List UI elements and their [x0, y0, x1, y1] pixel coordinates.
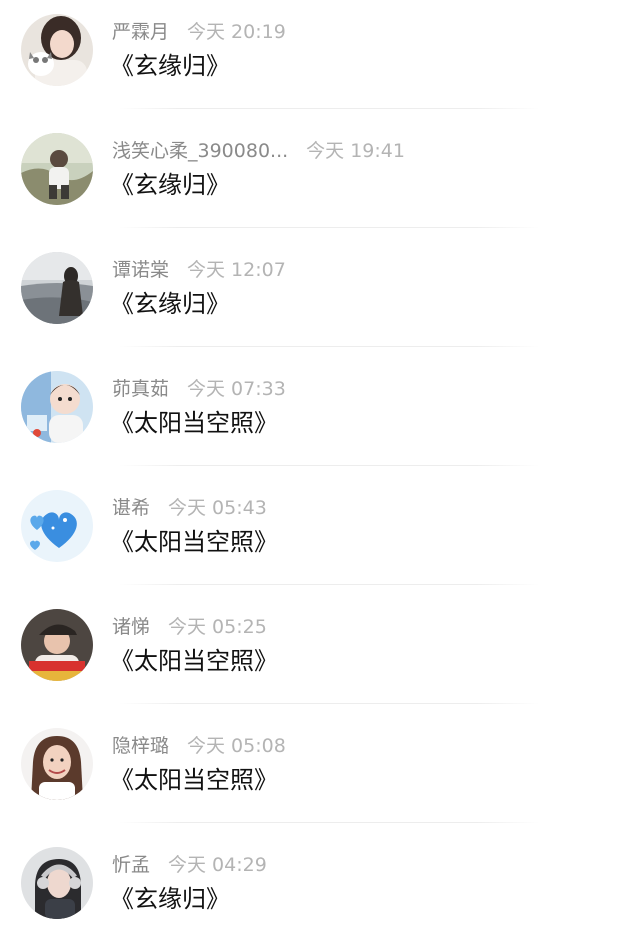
- list-item[interactable]: 谌希 今天 05:43 《太阳当空照》: [0, 476, 640, 595]
- avatar[interactable]: [21, 728, 93, 800]
- comment-time: 今天 05:25: [168, 616, 267, 638]
- avatar[interactable]: [21, 609, 93, 681]
- comment-text: 《玄缘归》: [110, 290, 230, 318]
- smiling-woman-avatar-icon: [21, 728, 93, 800]
- list-item[interactable]: 诸悌 今天 05:25 《太阳当空照》: [0, 595, 640, 714]
- avatar[interactable]: [21, 847, 93, 919]
- divider: [118, 227, 540, 228]
- comment-text: 《玄缘归》: [110, 52, 230, 80]
- user-name[interactable]: 诸悌: [112, 616, 150, 638]
- comment-meta: 茆真茹 今天 07:33: [112, 375, 286, 403]
- child-avatar-icon: [21, 371, 93, 443]
- comment-meta: 诸悌 今天 05:25: [112, 613, 267, 641]
- comment-meta: 严霖月 今天 20:19: [112, 18, 286, 46]
- list-item[interactable]: 茆真茹 今天 07:33 《太阳当空照》: [0, 357, 640, 476]
- comment-time: 今天 12:07: [187, 259, 286, 281]
- user-name[interactable]: 严霖月: [112, 21, 169, 43]
- comment-text: 《玄缘归》: [110, 171, 230, 199]
- comment-time: 今天 05:08: [187, 735, 286, 757]
- comment-meta: 浅笑心柔_390080... 今天 19:41: [112, 137, 405, 165]
- seaside-silhouette-avatar-icon: [21, 252, 93, 324]
- comment-meta: 谭诺棠 今天 12:07: [112, 256, 286, 284]
- comment-text: 《玄缘归》: [110, 885, 230, 913]
- avatar[interactable]: [21, 133, 93, 205]
- comment-meta: 谌希 今天 05:43: [112, 494, 267, 522]
- comment-time: 今天 05:43: [168, 497, 267, 519]
- comment-text: 《太阳当空照》: [110, 528, 278, 556]
- list-item[interactable]: 隐梓璐 今天 05:08 《太阳当空照》: [0, 714, 640, 833]
- blue-hearts-avatar-icon: [21, 490, 93, 562]
- comment-text: 《太阳当空照》: [110, 409, 278, 437]
- list-item[interactable]: 忻孟 今天 04:29 《玄缘归》: [0, 833, 640, 952]
- divider: [118, 822, 540, 823]
- user-name[interactable]: 谭诺棠: [112, 259, 169, 281]
- comment-meta: 忻孟 今天 04:29: [112, 851, 267, 879]
- comment-text: 《太阳当空照》: [110, 647, 278, 675]
- comment-list: 严霖月 今天 20:19 《玄缘归》 浅笑心柔_390080... 今天 19:41…: [0, 0, 640, 949]
- user-name[interactable]: 茆真茹: [112, 378, 169, 400]
- girl-with-headphones-avatar-icon: [21, 847, 93, 919]
- divider: [118, 346, 540, 347]
- girl-with-cat-avatar-icon: [21, 14, 93, 86]
- comment-time: 今天 20:19: [187, 21, 286, 43]
- list-item[interactable]: 浅笑心柔_390080... 今天 19:41 《玄缘归》: [0, 119, 640, 238]
- person-outdoors-avatar-icon: [21, 133, 93, 205]
- user-name[interactable]: 隐梓璐: [112, 735, 169, 757]
- avatar[interactable]: [21, 252, 93, 324]
- avatar[interactable]: [21, 14, 93, 86]
- user-name[interactable]: 忻孟: [112, 854, 150, 876]
- divider: [118, 584, 540, 585]
- comment-meta: 隐梓璐 今天 05:08: [112, 732, 286, 760]
- comment-time: 今天 07:33: [187, 378, 286, 400]
- list-item[interactable]: 谭诺棠 今天 12:07 《玄缘归》: [0, 238, 640, 357]
- user-name[interactable]: 浅笑心柔_390080...: [112, 140, 288, 162]
- avatar[interactable]: [21, 371, 93, 443]
- divider: [118, 465, 540, 466]
- comment-time: 今天 04:29: [168, 854, 267, 876]
- user-name[interactable]: 谌希: [112, 497, 150, 519]
- divider: [118, 108, 540, 109]
- comment-time: 今天 19:41: [306, 140, 405, 162]
- comment-text: 《太阳当空照》: [110, 766, 278, 794]
- list-item[interactable]: 严霖月 今天 20:19 《玄缘归》: [0, 0, 640, 119]
- man-in-cap-avatar-icon: [21, 609, 93, 681]
- avatar[interactable]: [21, 490, 93, 562]
- divider: [118, 703, 540, 704]
